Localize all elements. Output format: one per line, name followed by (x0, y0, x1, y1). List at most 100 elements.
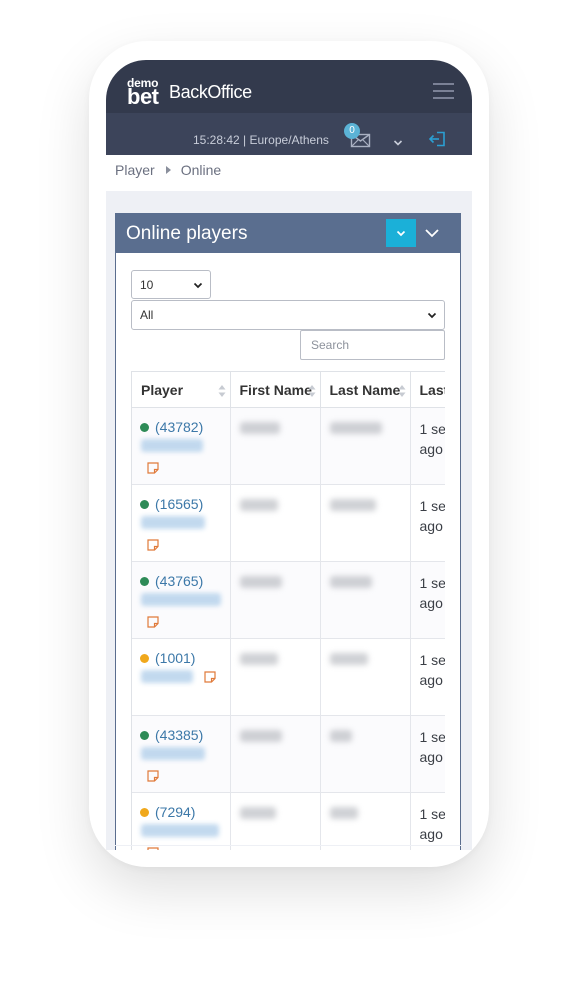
status-dot (140, 499, 149, 509)
panel-header: Online players (115, 213, 461, 253)
player-id: (43782) (155, 419, 204, 435)
player-cell: (7294) (132, 792, 231, 850)
first-name-cell (230, 484, 321, 562)
column-header-player-label: Player (141, 381, 184, 398)
last-activity-line1: 1 se (419, 575, 446, 591)
page-length-select[interactable]: 10 (131, 270, 211, 299)
player-id: (43385) (155, 727, 204, 743)
app-screen: demo bet BackOffice 15:28:42 | Europe/At… (106, 60, 472, 850)
note-icon[interactable] (147, 539, 159, 551)
table-row[interactable]: (7294) 1 se ago (132, 792, 446, 850)
user-bar: 15:28:42 | Europe/Athens 0 (106, 113, 472, 155)
message-count-badge[interactable]: 0 (344, 123, 360, 139)
online-players-panel: Online players 10 All Search Player Firs… (115, 213, 461, 850)
first-name-cell (230, 638, 321, 716)
last-name-cell (320, 792, 411, 850)
column-header-last-name[interactable]: Last Name (320, 371, 411, 408)
player-id-link[interactable]: (43385) (140, 727, 229, 743)
player-username[interactable] (141, 516, 205, 529)
select-arrow-icon (427, 312, 437, 319)
hamburger-icon[interactable] (433, 83, 454, 99)
player-cell: (16565) (132, 484, 231, 562)
player-id-link[interactable]: (7294) (140, 804, 229, 820)
last-activity-cell: 1 se ago (410, 484, 446, 562)
first-name-cell (230, 792, 321, 850)
last-name-redacted (329, 653, 368, 665)
search-input[interactable]: Search (300, 330, 445, 360)
table-body: (43782) 1 se ago (16565) 1 se ago (43765) 1 se a… (132, 407, 446, 850)
sort-icon (218, 385, 225, 397)
table-row[interactable]: (1001) 1 se ago (132, 638, 446, 716)
status-dot (140, 576, 149, 586)
status-filter-value: All (140, 308, 154, 322)
player-id: (7294) (155, 804, 196, 820)
status-dot (140, 807, 149, 817)
last-name-cell (320, 638, 411, 716)
collapse-chevron-icon[interactable] (424, 225, 440, 241)
last-activity-cell: 1 se ago (410, 407, 446, 485)
last-activity-line1: 1 se (419, 806, 446, 822)
player-username[interactable] (141, 593, 221, 606)
players-table-container[interactable]: Player First Name Last Name Las (43782) … (131, 371, 445, 850)
logout-icon[interactable] (428, 131, 446, 147)
last-name-redacted (329, 576, 372, 588)
players-table: Player First Name Last Name Las (43782) … (132, 371, 445, 850)
last-activity-cell: 1 se ago (410, 561, 446, 639)
first-name-cell (230, 407, 321, 485)
player-id: (16565) (155, 496, 204, 512)
player-id-link[interactable]: (43765) (140, 573, 229, 589)
first-name-cell (230, 561, 321, 639)
first-name-redacted (239, 422, 280, 434)
last-activity-line1: 1 se (419, 421, 446, 437)
last-activity-line2: ago (419, 441, 443, 457)
table-row[interactable]: (16565) 1 se ago (132, 484, 446, 562)
sort-icon (308, 385, 315, 397)
last-activity-line2: ago (419, 518, 443, 534)
last-activity-line2: ago (419, 595, 443, 611)
table-row[interactable]: (43765) 1 se ago (132, 561, 446, 639)
last-activity-line1: 1 se (419, 729, 446, 745)
table-row[interactable]: (43385) 1 se ago (132, 715, 446, 793)
app-name: BackOffice (169, 82, 252, 102)
last-name-cell (320, 407, 411, 485)
column-header-first-name[interactable]: First Name (230, 371, 321, 408)
breadcrumb-separator-icon (165, 166, 171, 174)
player-cell: (43782) (132, 407, 231, 485)
player-username[interactable] (141, 824, 219, 837)
breadcrumb-player[interactable]: Player (115, 162, 155, 178)
player-username[interactable] (141, 439, 203, 452)
note-icon[interactable] (147, 616, 159, 628)
player-id-link[interactable]: (1001) (140, 650, 229, 666)
status-dot (140, 422, 149, 432)
chevron-down-icon[interactable] (393, 134, 403, 146)
first-name-redacted (239, 653, 278, 665)
panel-options-button[interactable] (386, 219, 416, 247)
column-header-player[interactable]: Player (132, 371, 231, 408)
note-icon[interactable] (147, 462, 159, 474)
note-icon[interactable] (147, 770, 159, 782)
note-icon[interactable] (204, 670, 216, 683)
table-header-row: Player First Name Last Name Las (132, 371, 445, 408)
last-activity-line1: 1 se (419, 498, 446, 514)
first-name-redacted (239, 807, 276, 819)
player-username[interactable] (141, 747, 205, 760)
table-row[interactable]: (43782) 1 se ago (132, 407, 446, 485)
player-id-link[interactable]: (16565) (140, 496, 229, 512)
last-activity-line2: ago (419, 826, 443, 842)
last-activity-line1: 1 se (419, 652, 446, 668)
player-id: (43765) (155, 573, 204, 589)
last-name-redacted (329, 730, 352, 742)
breadcrumb: Player Online (115, 162, 221, 178)
player-id-link[interactable]: (43782) (140, 419, 229, 435)
column-header-last[interactable]: Last (410, 371, 445, 408)
page-length-value: 10 (140, 278, 154, 292)
status-filter-select[interactable]: All (131, 300, 445, 330)
column-header-last-name-label: Last Name (329, 381, 401, 398)
last-activity-cell: 1 se ago (410, 638, 446, 716)
status-dot (140, 653, 149, 663)
player-id: (1001) (155, 650, 196, 666)
note-icon[interactable] (147, 847, 159, 850)
first-name-redacted (239, 730, 282, 742)
player-username[interactable] (141, 670, 193, 683)
last-name-cell (320, 715, 411, 793)
